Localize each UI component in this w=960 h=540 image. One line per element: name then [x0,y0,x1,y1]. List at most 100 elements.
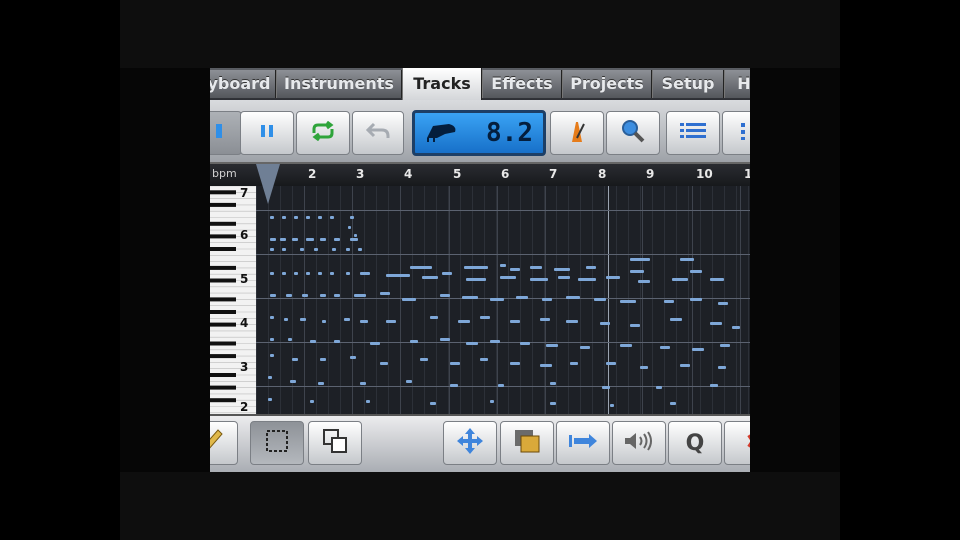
midi-note[interactable] [510,362,520,365]
midi-note[interactable] [350,238,358,241]
midi-note[interactable] [656,386,662,389]
midi-note[interactable] [680,258,694,261]
midi-note[interactable] [602,386,610,389]
midi-note[interactable] [270,238,276,241]
midi-note[interactable] [442,272,452,275]
midi-note[interactable] [268,376,272,379]
midi-note[interactable] [490,340,500,343]
track-list-button[interactable] [666,111,720,155]
midi-note[interactable] [670,402,676,405]
midi-note[interactable] [422,276,438,279]
midi-note[interactable] [542,298,552,301]
midi-note[interactable] [402,298,416,301]
midi-note[interactable] [354,234,357,237]
midi-note[interactable] [610,404,614,407]
midi-note[interactable] [280,238,286,241]
midi-note[interactable] [630,258,650,261]
midi-note[interactable] [332,248,336,251]
select-box-button[interactable] [250,421,304,465]
tab-effects[interactable]: Effects [482,70,562,98]
midi-note[interactable] [490,298,504,301]
midi-note[interactable] [718,302,728,305]
midi-note[interactable] [630,324,640,327]
pause-button[interactable] [240,111,294,155]
timeline-ruler[interactable]: bpm 1 2 3 4 5 6 7 8 9 10 1 [210,164,750,187]
midi-note[interactable] [306,238,314,241]
midi-note[interactable] [464,266,488,269]
edit-cursor-line[interactable] [608,186,609,414]
midi-note[interactable] [270,338,274,341]
midi-note[interactable] [630,270,644,273]
midi-note[interactable] [346,248,350,251]
midi-note[interactable] [530,266,542,269]
midi-note[interactable] [318,216,322,219]
midi-note[interactable] [458,320,470,323]
midi-note[interactable] [318,382,324,385]
quantize-button[interactable]: Q [668,421,722,465]
midi-note[interactable] [406,380,412,383]
midi-note[interactable] [288,338,292,341]
midi-note[interactable] [330,272,334,275]
midi-note[interactable] [270,354,274,357]
midi-note[interactable] [300,248,304,251]
piano-keyboard[interactable] [210,185,256,414]
zoom-button[interactable] [606,111,660,155]
midi-note[interactable] [292,358,298,361]
midi-note[interactable] [282,216,286,219]
midi-note[interactable] [480,316,490,319]
midi-note[interactable] [510,268,520,271]
midi-note[interactable] [314,248,318,251]
record-button[interactable] [210,111,242,155]
tab-help[interactable]: H [724,70,750,98]
midi-note[interactable] [520,342,530,345]
midi-note[interactable] [580,346,590,349]
midi-note[interactable] [640,366,648,369]
midi-note[interactable] [360,382,366,385]
midi-note[interactable] [300,318,306,321]
midi-note[interactable] [344,318,350,321]
midi-note[interactable] [718,366,726,369]
midi-note[interactable] [286,294,292,297]
loop-button[interactable] [296,111,350,155]
tab-tracks[interactable]: Tracks [402,68,482,100]
stretch-button[interactable] [556,421,610,465]
tab-instruments[interactable]: Instruments [276,70,402,98]
midi-note[interactable] [594,298,606,301]
midi-note[interactable] [558,276,570,279]
midi-note[interactable] [334,238,340,241]
copy-button[interactable] [308,421,362,465]
midi-note[interactable] [466,342,478,345]
midi-note[interactable] [450,362,460,365]
midi-note[interactable] [302,294,308,297]
midi-note[interactable] [430,402,436,405]
tab-projects[interactable]: Projects [562,70,652,98]
midi-note[interactable] [350,356,356,359]
midi-note[interactable] [386,320,396,323]
move-button[interactable] [443,421,497,465]
midi-note[interactable] [462,296,478,299]
midi-note[interactable] [516,296,528,299]
midi-note[interactable] [550,402,556,405]
midi-note[interactable] [306,216,310,219]
midi-note[interactable] [546,344,558,347]
midi-note[interactable] [606,276,620,279]
midi-note[interactable] [360,272,370,275]
midi-note[interactable] [500,264,506,267]
midi-note[interactable] [530,278,548,281]
midi-note[interactable] [710,278,724,281]
midi-note[interactable] [540,364,552,367]
midi-note[interactable] [570,362,578,365]
midi-note[interactable] [310,340,316,343]
midi-note[interactable] [270,272,274,275]
pencil-button[interactable] [210,421,238,465]
midi-note[interactable] [318,272,322,275]
playhead-marker[interactable] [256,164,280,204]
midi-note[interactable] [270,248,274,251]
midi-note[interactable] [680,364,690,367]
midi-note[interactable] [346,272,350,275]
midi-note[interactable] [330,216,334,219]
midi-note[interactable] [370,342,380,345]
midi-note[interactable] [498,384,504,387]
midi-note[interactable] [284,318,288,321]
paste-button[interactable] [500,421,554,465]
